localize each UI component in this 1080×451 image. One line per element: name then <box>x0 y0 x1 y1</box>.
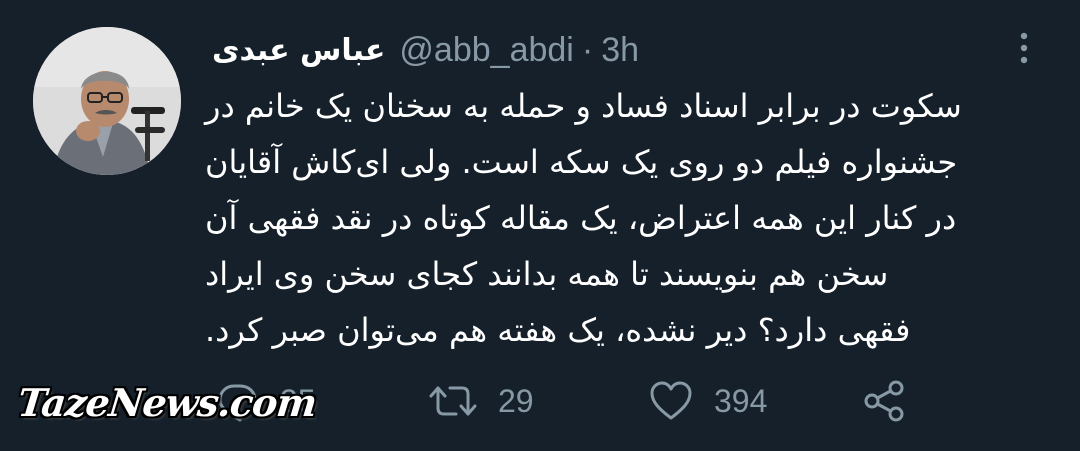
avatar-photo <box>33 27 181 175</box>
share-button[interactable] <box>862 376 908 426</box>
tweet-header: عباس عبدی @abb_abdi · 3h <box>212 28 639 72</box>
like-button[interactable]: 394 <box>648 376 767 426</box>
heart-icon <box>650 381 692 420</box>
user-handle[interactable]: @abb_abdi <box>399 31 573 70</box>
display-name[interactable]: عباس عبدی <box>212 33 385 68</box>
tweet-timestamp[interactable]: 3h <box>601 31 639 70</box>
more-vertical-icon <box>1020 32 1028 64</box>
more-options-button[interactable] <box>1009 28 1039 68</box>
tweet-text: سکوت در برابر اسناد فساد و حمله به سخنان… <box>205 87 962 349</box>
retweet-icon <box>429 386 477 416</box>
avatar[interactable] <box>33 27 181 175</box>
watermark: TazeNews.com <box>15 380 319 425</box>
share-icon <box>864 380 904 422</box>
header-separator: · <box>581 30 594 69</box>
like-count: 394 <box>714 382 768 419</box>
retweet-count: 29 <box>498 382 534 419</box>
retweet-button[interactable]: 29 <box>428 376 534 426</box>
